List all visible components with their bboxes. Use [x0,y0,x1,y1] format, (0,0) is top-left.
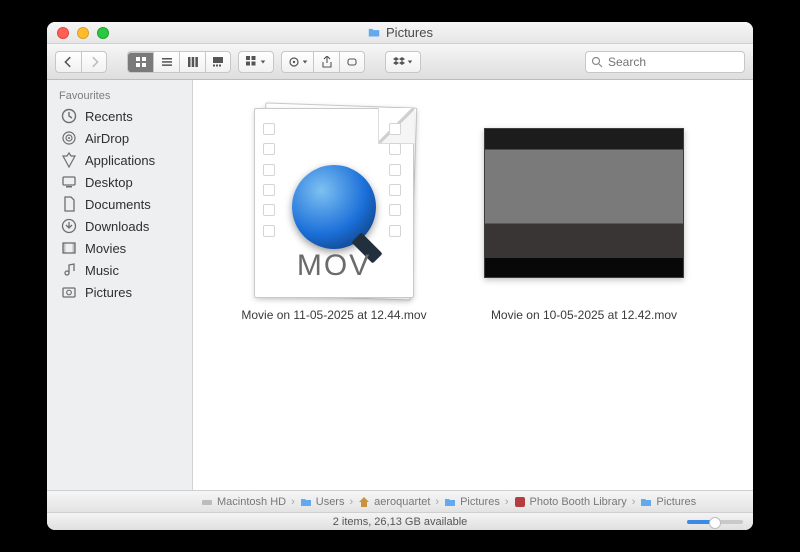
sidebar-item-airdrop[interactable]: AirDrop [47,127,192,149]
path-crumb[interactable]: Pictures [442,496,502,508]
sidebar-item-label: Movies [85,241,126,256]
arrange-group [238,51,274,73]
sidebar-item-label: Desktop [85,175,133,190]
crumb-label: Pictures [460,496,500,508]
crumb-label: Photo Booth Library [530,496,627,508]
chevron-right-icon: › [432,496,442,508]
sidebar-item-label: Music [85,263,119,278]
sidebar-item-label: AirDrop [85,131,129,146]
folder-icon [640,496,652,508]
crumb-label: Macintosh HD [217,496,286,508]
icons-area: MOV Movie on 11-05-2025 at 12.44.mov Mov… [193,80,753,350]
zoom-slider[interactable] [687,520,743,524]
sidebar-item-label: Applications [85,153,155,168]
traffic-lights [57,27,109,39]
back-button[interactable] [55,51,81,73]
movie-icon [61,240,77,256]
arrange-button[interactable] [238,51,274,73]
titlebar: Pictures [47,22,753,44]
folder-icon [367,26,381,40]
sidebar-item-pictures[interactable]: Pictures [47,281,192,303]
folder-icon [300,496,312,508]
doc-icon [61,196,77,212]
sidebar-item-label: Pictures [85,285,132,300]
apps-icon [61,152,77,168]
sidebar-item-downloads[interactable]: Downloads [47,215,192,237]
music-icon [61,262,77,278]
mov-file-icon: MOV [254,108,414,298]
search-field[interactable] [585,51,745,73]
maximize-button[interactable] [97,27,109,39]
view-icon-button[interactable] [127,51,153,73]
sidebar-item-label: Recents [85,109,133,124]
minimize-button[interactable] [77,27,89,39]
file-item[interactable]: Movie on 10-05-2025 at 12.42.mov [479,108,689,322]
desktop-icon [61,174,77,190]
body: Favourites Recents AirDrop Applications … [47,80,753,490]
path-crumb[interactable]: Macintosh HD [199,496,288,508]
chevron-right-icon: › [629,496,639,508]
sidebar-item-movies[interactable]: Movies [47,237,192,259]
path-crumb[interactable]: Photo Booth Library [512,496,629,508]
sidebar-item-recents[interactable]: Recents [47,105,192,127]
status-bar: 2 items, 26,13 GB available [47,512,753,530]
home-icon [358,496,370,508]
file-name: Movie on 10-05-2025 at 12.42.mov [479,308,689,322]
quicktime-icon [292,165,376,249]
disk-icon [201,496,213,508]
clock-icon [61,108,77,124]
folder-icon [444,496,456,508]
mov-label: MOV [255,249,413,283]
window-title: Pictures [367,25,433,40]
path-crumb[interactable]: Users [298,496,347,508]
search-input[interactable] [585,51,745,73]
sidebar-item-label: Downloads [85,219,149,234]
toolbar [47,44,753,80]
sidebar-item-desktop[interactable]: Desktop [47,171,192,193]
sidebar-item-label: Documents [85,197,151,212]
path-crumb[interactable]: aeroquartet [356,496,432,508]
status-text: 2 items, 26,13 GB available [333,516,468,528]
path-crumb[interactable]: Pictures [638,496,698,508]
view-group [127,51,231,73]
action-button[interactable] [281,51,313,73]
crumb-label: Users [316,496,345,508]
view-gallery-button[interactable] [205,51,231,73]
action-share-group [281,51,365,73]
airdrop-icon [61,130,77,146]
finder-window: Pictures Favour [47,22,753,530]
tags-button[interactable] [339,51,365,73]
sidebar-item-applications[interactable]: Applications [47,149,192,171]
chevron-right-icon: › [346,496,356,508]
window-title-text: Pictures [386,25,433,40]
chevron-right-icon: › [502,496,512,508]
file-item[interactable]: MOV Movie on 11-05-2025 at 12.44.mov [229,108,439,322]
pictures-icon [61,284,77,300]
sidebar-item-documents[interactable]: Documents [47,193,192,215]
close-button[interactable] [57,27,69,39]
view-list-button[interactable] [153,51,179,73]
search-icon [591,56,603,68]
file-name: Movie on 11-05-2025 at 12.44.mov [229,308,439,322]
share-button[interactable] [313,51,339,73]
sidebar-item-music[interactable]: Music [47,259,192,281]
content-area[interactable]: MOV Movie on 11-05-2025 at 12.44.mov Mov… [193,80,753,490]
crumb-label: Pictures [656,496,696,508]
path-bar: Macintosh HD › Users › aeroquartet › Pic… [47,490,753,512]
forward-button[interactable] [81,51,107,73]
sidebar-header: Favourites [47,86,192,105]
dropbox-button[interactable] [385,51,421,73]
chevron-right-icon: › [288,496,298,508]
sidebar: Favourites Recents AirDrop Applications … [47,80,193,490]
view-column-button[interactable] [179,51,205,73]
download-icon [61,218,77,234]
crumb-label: aeroquartet [374,496,430,508]
app-icon [514,496,526,508]
nav-group [55,51,107,73]
video-thumbnail [484,128,684,278]
